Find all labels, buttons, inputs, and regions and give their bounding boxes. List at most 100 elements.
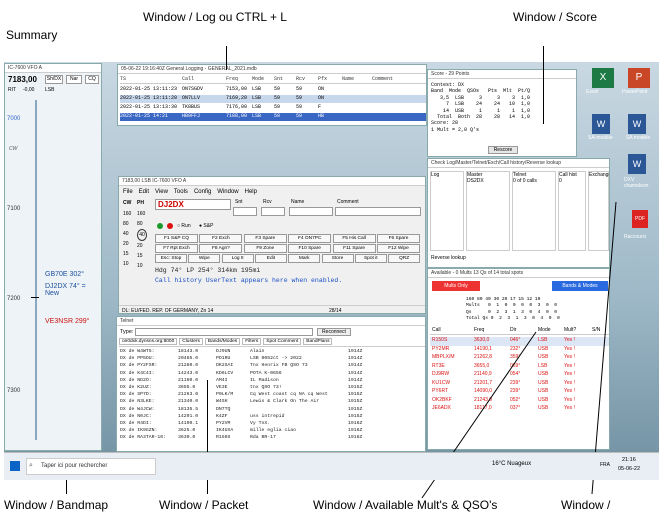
name-input[interactable] xyxy=(289,207,333,216)
check-pane-callhistory[interactable]: Call hist 0 xyxy=(558,171,586,251)
rcv-input[interactable] xyxy=(261,207,285,216)
spot-ve3nsr[interactable]: VE3NSR 299° xyxy=(45,318,89,325)
powerpoint-icon[interactable]: P xyxy=(628,68,650,88)
tab-clusters[interactable]: Clusters xyxy=(179,338,203,345)
snt-input[interactable] xyxy=(233,207,257,216)
telnet-spot-row[interactable]: DX de ND2O: 21160.0 AM4I IL Madison 1914Z xyxy=(120,378,424,385)
band-15[interactable]: 15 xyxy=(123,249,131,259)
fkey-button[interactable]: F7 Rpt Exch xyxy=(155,244,198,253)
log-row-selected[interactable]: 2022-01-25 14:21 HB9FFJ 7188,00 LSB 59 5… xyxy=(120,113,426,121)
log-row[interactable]: 2022-01-25 13:11:23 ON7SGDV 7153,00 LSB … xyxy=(120,86,426,94)
heading-info: Hdg 74° LP 254° 314km 195mi xyxy=(155,267,261,274)
fkey-button[interactable]: F5 His Call xyxy=(332,234,376,243)
telnet-cell: 1915Z xyxy=(348,384,363,390)
fkey-button[interactable]: F1 S&P CQ xyxy=(155,234,198,243)
log-col-snt: Snt xyxy=(274,76,284,82)
tab-spot-comment[interactable]: Spot Comment xyxy=(263,338,302,345)
menu-file[interactable]: File xyxy=(123,189,133,195)
rescore-button[interactable]: Rescore xyxy=(488,146,518,154)
fkey-button[interactable]: Edit xyxy=(254,254,287,263)
word-icon-2[interactable]: W xyxy=(628,114,646,134)
telnet-spot-row[interactable]: DX de N3LKE: 21340.0 W4SH Lewis & Clark On … xyxy=(120,399,424,406)
check-pane-master[interactable]: Master DS2DX xyxy=(466,171,510,251)
mults-only-button[interactable]: Mults Only xyxy=(432,281,480,291)
fkey-button[interactable]: F8 Agn? xyxy=(199,244,243,253)
band-160[interactable]: 160 xyxy=(137,209,147,219)
clock-date[interactable]: 05-06-22 xyxy=(618,466,640,472)
nar-button[interactable]: Nar xyxy=(66,75,82,84)
fkey-button[interactable]: F12 Wipe xyxy=(377,244,420,253)
comment-input[interactable] xyxy=(335,207,421,216)
telnet-spot-row[interactable]: DX de R4DI: 14190.1 PY2VM Vy TnX. 1916Z xyxy=(120,421,424,428)
log-row[interactable]: 2022-01-25 13:13:30 TK8BUS 7176,00 LSB 5… xyxy=(120,104,426,112)
fkey-button[interactable]: Wipe xyxy=(188,254,221,263)
spot-dj2dx[interactable]: DJ2DX 74° = New xyxy=(45,283,101,297)
word-icon-3[interactable]: W xyxy=(628,154,646,174)
fkey-button[interactable]: QRZ xyxy=(388,254,421,263)
telnet-spot-row[interactable]: DX de N0JC: 14291.0 K4ZF uss intrepid 1915Z xyxy=(120,414,424,421)
fkey-button[interactable]: F4 ON7PC xyxy=(288,234,332,243)
fkey-button[interactable]: Log It xyxy=(221,254,254,263)
word-icon[interactable]: W xyxy=(592,114,610,134)
reconnect-button[interactable]: Reconnect xyxy=(317,328,351,336)
tab-bands-modes[interactable]: Bands/Modes xyxy=(204,338,241,345)
telnet-spot-row[interactable]: DX de K4C4I: 14243.0 KD6LCV POTA K-0656 1914… xyxy=(120,371,424,378)
bandmap-scale[interactable] xyxy=(35,100,37,440)
weather[interactable]: 16°C Nuageux xyxy=(492,461,531,467)
log-cell-call: TK8BUS xyxy=(182,104,201,110)
fkey-button[interactable]: F11 Spare xyxy=(332,244,376,253)
check-pane-log[interactable]: Log xyxy=(430,171,464,251)
band-80[interactable]: 80 xyxy=(123,219,131,229)
band-80[interactable]: 80 xyxy=(137,219,147,229)
shdx-button[interactable]: Sh/DX xyxy=(45,75,63,84)
sp-radio[interactable]: ● S&P xyxy=(199,223,213,229)
telnet-spot-row[interactable]: DX de RA3TAR-10: 3630.0 R150S Rda BR-17 1916… xyxy=(120,435,424,442)
spot-gb70e[interactable]: GB70E 302° xyxy=(45,271,84,278)
band-40[interactable]: 40 xyxy=(137,229,147,241)
menu-view[interactable]: View xyxy=(155,189,168,195)
fkey-button[interactable]: F10 Spare xyxy=(288,244,332,253)
band-40[interactable]: 40 xyxy=(123,229,131,239)
telnet-spot-row[interactable]: DX de W4JCW: 18135.5 DN7TQ 1915Z xyxy=(120,407,424,414)
search-icon: ⌕ xyxy=(29,462,33,469)
taskbar-search[interactable]: Taper ici pour rechercher xyxy=(26,458,156,475)
menu-window[interactable]: Window xyxy=(217,189,238,195)
clock-time[interactable]: 21:16 xyxy=(622,457,636,463)
cq-button[interactable]: CQ xyxy=(85,75,99,84)
call-input[interactable]: DJ2DX xyxy=(155,199,231,210)
band-20[interactable]: 20 xyxy=(123,239,131,249)
band-10[interactable]: 10 xyxy=(123,259,131,269)
telnet-command-input[interactable] xyxy=(135,328,313,336)
log-cell-freq: 7169,20 xyxy=(226,95,248,101)
band-20[interactable]: 20 xyxy=(137,241,147,251)
menu-tools[interactable]: Tools xyxy=(174,189,188,195)
band-15[interactable]: 15 xyxy=(137,251,147,261)
pdf-icon[interactable]: PDF xyxy=(632,210,648,228)
log-row[interactable]: 2022-01-25 13:11:20 ON7LLV 7169,20 LSB 5… xyxy=(120,95,426,103)
band-160[interactable]: 160 xyxy=(123,209,131,219)
excel-icon[interactable]: X xyxy=(592,68,614,88)
band-10[interactable]: 10 xyxy=(137,261,147,271)
check-pane-telnet[interactable]: Telnet 0 of 0 calls xyxy=(512,171,556,251)
fkey-button[interactable]: F3 Spare xyxy=(243,234,287,243)
check-value: 0 of 0 calls xyxy=(513,178,537,184)
fkey-button[interactable]: Esc: Stop xyxy=(155,254,187,263)
menu-edit[interactable]: Edit xyxy=(139,189,149,195)
windows-start-icon[interactable] xyxy=(10,461,20,471)
status-country: DL: EU/FED. REP. OF GERMANY, Zn 14 xyxy=(122,308,214,314)
run-radio[interactable]: ○ Run xyxy=(177,223,191,229)
telnet-cell: 1915Z xyxy=(348,413,363,419)
fkey-button[interactable]: Spot it xyxy=(354,254,387,263)
menu-config[interactable]: Config xyxy=(194,189,211,195)
telnet-spot-row[interactable]: DX de PY2FSR: 21280.0 DK2SAI Tnx Henrix FB … xyxy=(120,363,424,370)
tab-cluster-host[interactable]: on0dxk.dynsns.org:8000 xyxy=(119,338,178,345)
fkey-button[interactable]: Mark xyxy=(288,254,321,263)
tab-bandplans[interactable]: BandPlans xyxy=(303,338,333,345)
language[interactable]: FRA xyxy=(600,462,610,468)
menu-help[interactable]: Help xyxy=(245,189,257,195)
fkey-button[interactable]: Store xyxy=(321,254,354,263)
fkey-button[interactable]: F9 Zone xyxy=(243,244,287,253)
tab-filters[interactable]: Filters xyxy=(242,338,262,345)
fkey-button[interactable]: F6 Spare xyxy=(377,234,420,243)
fkey-button[interactable]: F2 Exch xyxy=(199,234,243,243)
